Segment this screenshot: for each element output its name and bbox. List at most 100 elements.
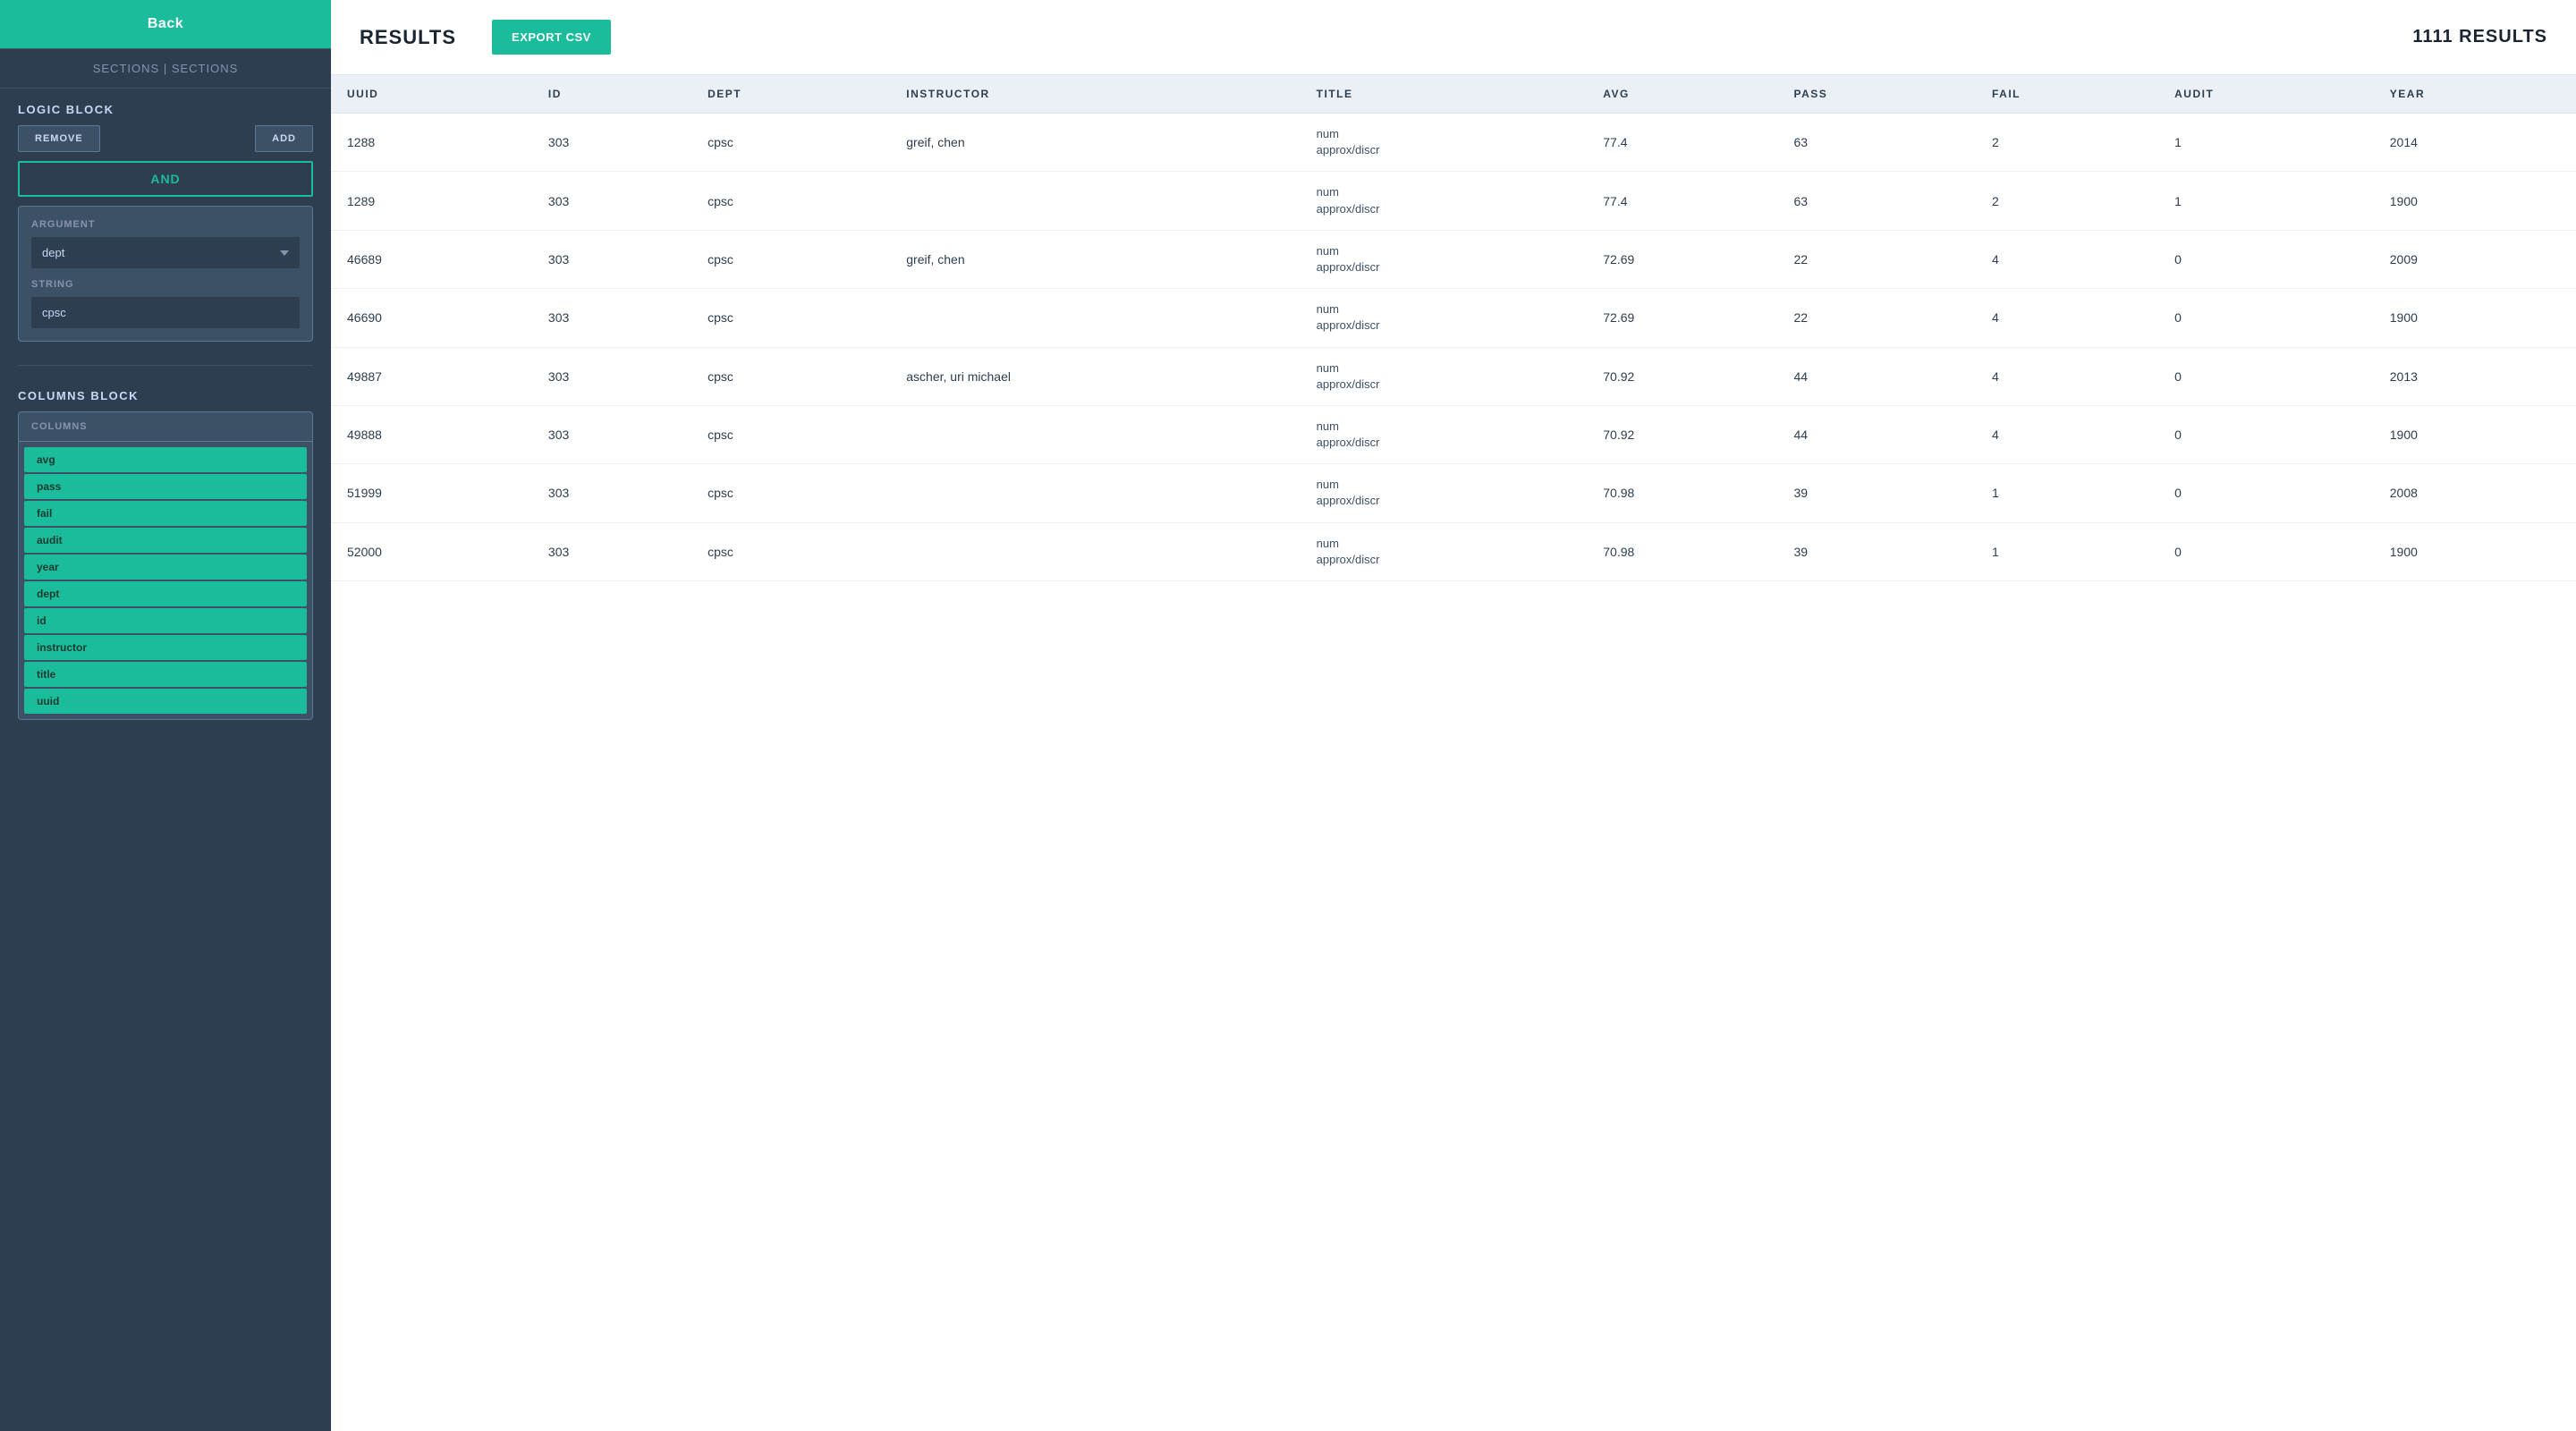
td-uuid: 49887 (331, 347, 532, 405)
sidebar: Back SECTIONS | SECTIONS LOGIC BLOCK REM… (0, 0, 331, 1431)
th-pass: PASS (1778, 75, 1977, 114)
table-row: 1288303cpscgreif, chennumapprox/discr77.… (331, 114, 2576, 172)
td-pass: 22 (1778, 289, 1977, 347)
results-title: RESULTS (360, 26, 456, 49)
td-uuid: 46690 (331, 289, 532, 347)
td-title: numapprox/discr (1301, 464, 1588, 522)
td-id: 303 (532, 347, 691, 405)
results-count: 1111 RESULTS (2412, 27, 2547, 47)
td-year: 2014 (2374, 114, 2576, 172)
column-item-dept[interactable]: dept (24, 581, 307, 606)
sections-sub: SECTIONS (172, 62, 238, 75)
column-item-uuid[interactable]: uuid (24, 689, 307, 714)
td-fail: 1 (1976, 464, 2158, 522)
td-year: 1900 (2374, 172, 2576, 230)
td-dept: cpsc (691, 230, 890, 288)
td-fail: 2 (1976, 172, 2158, 230)
td-dept: cpsc (691, 405, 890, 463)
td-uuid: 1288 (331, 114, 532, 172)
td-pass: 39 (1778, 522, 1977, 580)
column-item-avg[interactable]: avg (24, 447, 307, 472)
column-item-title[interactable]: title (24, 662, 307, 687)
add-button[interactable]: ADD (255, 125, 313, 152)
logic-block-container: REMOVE ADD AND ARGUMENT dept id instruct… (0, 125, 331, 356)
td-id: 303 (532, 464, 691, 522)
columns-inner-label: COLUMNS (18, 411, 313, 442)
td-pass: 63 (1778, 114, 1977, 172)
column-item-year[interactable]: year (24, 555, 307, 580)
logic-block-label: LOGIC BLOCK (0, 89, 331, 125)
td-pass: 44 (1778, 347, 1977, 405)
td-audit: 0 (2158, 289, 2374, 347)
th-fail: FAIL (1976, 75, 2158, 114)
table-header: UUIDIDDEPTINSTRUCTORTITLEAVGPASSFAILAUDI… (331, 75, 2576, 114)
td-fail: 1 (1976, 522, 2158, 580)
td-dept: cpsc (691, 114, 890, 172)
td-id: 303 (532, 172, 691, 230)
table-row: 1289303cpscnumapprox/discr77.463211900 (331, 172, 2576, 230)
string-input[interactable] (31, 297, 300, 328)
back-button[interactable]: Back (0, 0, 331, 48)
td-audit: 0 (2158, 522, 2374, 580)
remove-button[interactable]: REMOVE (18, 125, 100, 152)
column-item-pass[interactable]: pass (24, 474, 307, 499)
td-fail: 4 (1976, 405, 2158, 463)
td-avg: 72.69 (1587, 230, 1777, 288)
td-pass: 22 (1778, 230, 1977, 288)
td-title: numapprox/discr (1301, 405, 1588, 463)
td-avg: 77.4 (1587, 172, 1777, 230)
td-avg: 70.92 (1587, 405, 1777, 463)
td-instructor (890, 464, 1300, 522)
table-header-row: UUIDIDDEPTINSTRUCTORTITLEAVGPASSFAILAUDI… (331, 75, 2576, 114)
td-instructor (890, 289, 1300, 347)
td-title: numapprox/discr (1301, 289, 1588, 347)
remove-add-row: REMOVE ADD (18, 125, 313, 152)
td-uuid: 52000 (331, 522, 532, 580)
td-avg: 72.69 (1587, 289, 1777, 347)
td-id: 303 (532, 114, 691, 172)
th-id: ID (532, 75, 691, 114)
results-header: RESULTS EXPORT CSV 1111 RESULTS (331, 0, 2576, 75)
td-audit: 0 (2158, 347, 2374, 405)
td-year: 1900 (2374, 522, 2576, 580)
td-dept: cpsc (691, 464, 890, 522)
td-instructor (890, 405, 1300, 463)
results-table: UUIDIDDEPTINSTRUCTORTITLEAVGPASSFAILAUDI… (331, 75, 2576, 581)
sections-header: SECTIONS | SECTIONS (0, 49, 331, 89)
export-csv-button[interactable]: EXPORT CSV (492, 20, 611, 55)
th-avg: AVG (1587, 75, 1777, 114)
sidebar-divider-middle (18, 365, 313, 366)
td-instructor: ascher, uri michael (890, 347, 1300, 405)
table-row: 49887303cpscascher, uri michaelnumapprox… (331, 347, 2576, 405)
td-dept: cpsc (691, 289, 890, 347)
td-avg: 77.4 (1587, 114, 1777, 172)
td-title: numapprox/discr (1301, 230, 1588, 288)
td-fail: 4 (1976, 289, 2158, 347)
argument-select[interactable]: dept id instructor title avg pass fail a… (31, 237, 300, 268)
td-fail: 4 (1976, 347, 2158, 405)
td-pass: 39 (1778, 464, 1977, 522)
column-item-instructor[interactable]: instructor (24, 635, 307, 660)
columns-list: avgpassfailaudityeardeptidinstructortitl… (18, 442, 313, 720)
td-audit: 0 (2158, 405, 2374, 463)
th-audit: AUDIT (2158, 75, 2374, 114)
td-id: 303 (532, 289, 691, 347)
td-id: 303 (532, 230, 691, 288)
th-title: TITLE (1301, 75, 1588, 114)
td-audit: 0 (2158, 464, 2374, 522)
columns-block-label: COLUMNS BLOCK (0, 375, 331, 411)
and-button[interactable]: AND (18, 161, 313, 197)
td-avg: 70.98 (1587, 464, 1777, 522)
table-row: 52000303cpscnumapprox/discr70.9839101900 (331, 522, 2576, 580)
column-item-id[interactable]: id (24, 608, 307, 633)
td-uuid: 51999 (331, 464, 532, 522)
td-pass: 63 (1778, 172, 1977, 230)
string-label: STRING (31, 279, 300, 290)
td-pass: 44 (1778, 405, 1977, 463)
td-instructor: greif, chen (890, 230, 1300, 288)
column-item-audit[interactable]: audit (24, 528, 307, 553)
column-item-fail[interactable]: fail (24, 501, 307, 526)
td-uuid: 46689 (331, 230, 532, 288)
sections-label: SECTIONS (93, 62, 159, 75)
td-fail: 4 (1976, 230, 2158, 288)
